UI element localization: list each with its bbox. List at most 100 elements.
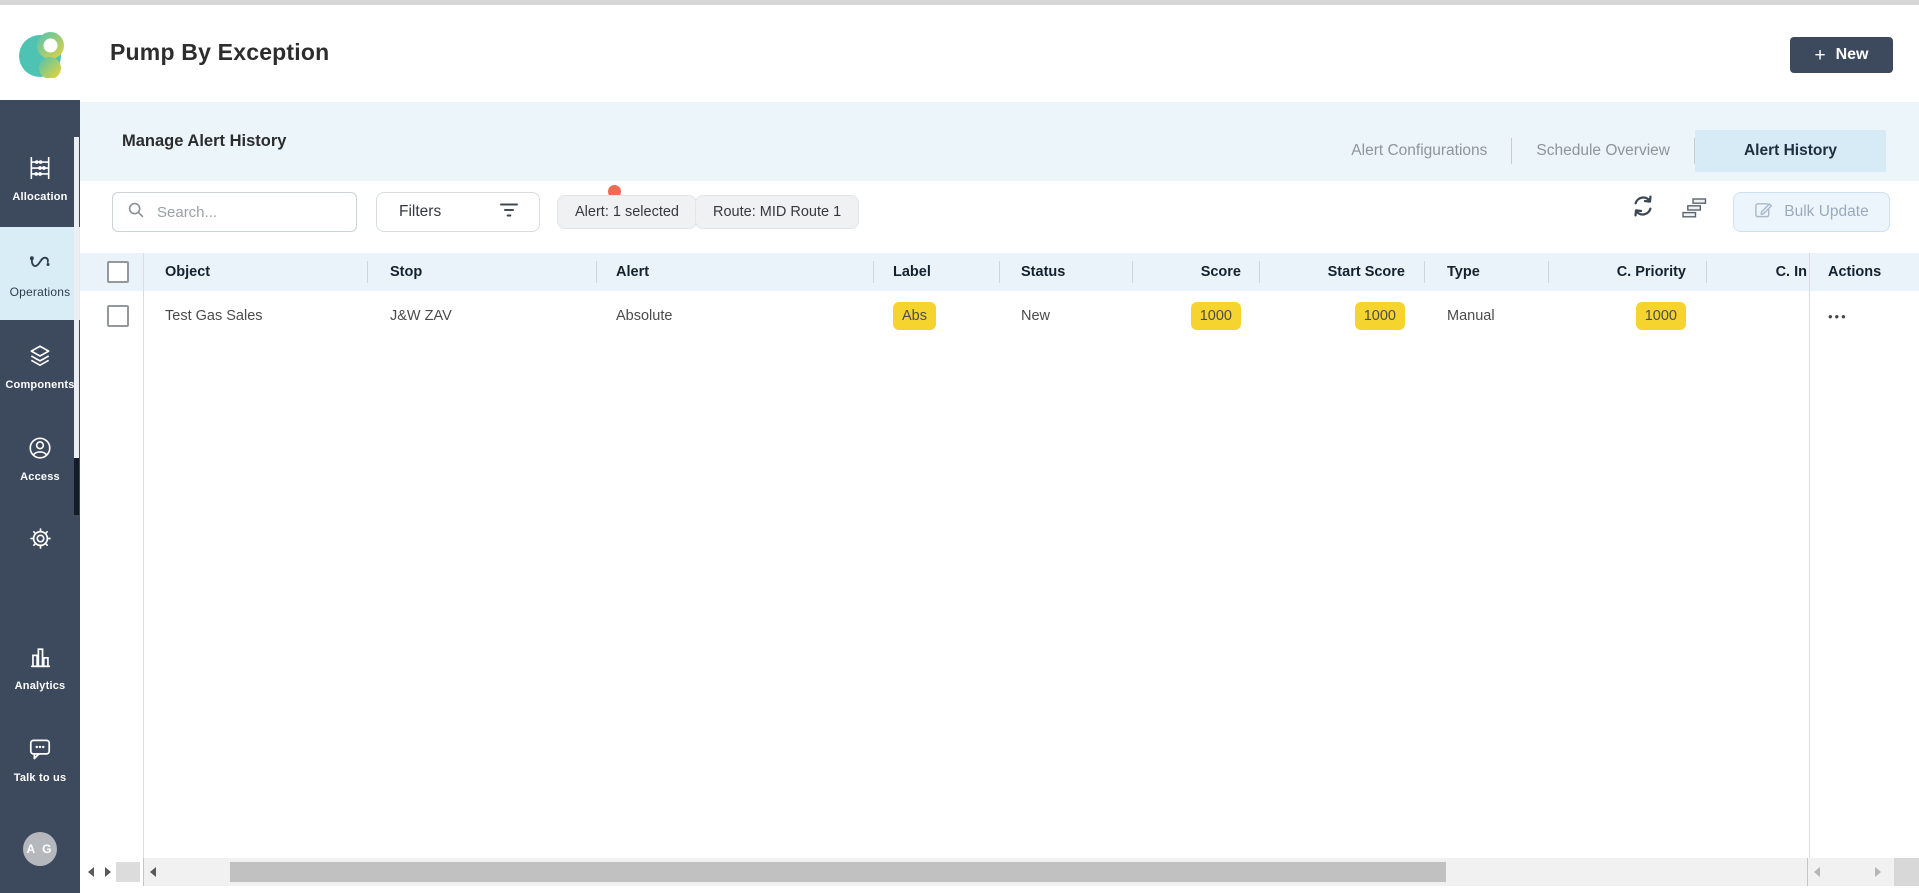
sidebar-item-allocation[interactable]: Allocation: [0, 155, 80, 203]
table-toolbar: Filters Alert: 1 selected Route: MID Rou…: [80, 181, 1919, 253]
pinned-right-divider: [1809, 253, 1810, 858]
row-density-button[interactable]: [1682, 198, 1707, 219]
scrollbar-track[interactable]: [144, 858, 1871, 886]
pinned-right-scrollbar[interactable]: [1808, 858, 1894, 886]
sidebar-item-analytics[interactable]: Analytics: [0, 643, 80, 692]
tab-bar: Alert Configurations Schedule Overview A…: [1327, 130, 1886, 172]
cell-c-priority: 1000: [1548, 291, 1706, 341]
plus-icon: +: [1814, 44, 1826, 66]
steps-icon: [1682, 198, 1707, 218]
alert-history-table: Object Stop Alert Label Status Score Sta…: [80, 253, 1919, 341]
cell-label: Abs: [873, 291, 999, 341]
score-badge: 1000: [1190, 302, 1241, 330]
section-title: Manage Alert History: [122, 132, 287, 150]
column-header-stop[interactable]: Stop: [367, 253, 596, 291]
page-title: Pump By Exception: [110, 39, 330, 65]
search-box: [112, 192, 357, 232]
column-header-object[interactable]: Object: [143, 253, 367, 291]
avatar[interactable]: A G: [23, 832, 57, 866]
cell-object: Test Gas Sales: [165, 308, 263, 324]
cell-stop: J&W ZAV: [390, 308, 452, 324]
column-header-c-priority[interactable]: C. Priority: [1548, 253, 1706, 291]
scroll-left-arrow[interactable]: [1814, 867, 1820, 877]
app-header: Pump By Exception + New: [0, 5, 1919, 100]
logo-icon: [19, 32, 64, 78]
app-window: Pump By Exception + New Allocation Opera…: [0, 0, 1919, 893]
brand-logo[interactable]: [0, 5, 80, 100]
cell-score: 1000: [1132, 291, 1259, 341]
filter-icon: [499, 202, 519, 223]
scrollbar-corner: [1894, 858, 1919, 886]
scroll-right-arrow[interactable]: [105, 867, 111, 877]
row-select-cell: [80, 291, 143, 341]
chat-bubble-icon: [27, 736, 53, 767]
column-header-status[interactable]: Status: [999, 253, 1132, 291]
filters-button[interactable]: Filters: [376, 192, 540, 232]
bulk-update-label: Bulk Update: [1784, 203, 1869, 220]
search-icon: [127, 201, 145, 224]
select-all-cell: [80, 253, 143, 291]
sidebar-nav: Allocation Operations Components Access …: [0, 100, 80, 893]
sidebar-item-settings[interactable]: [0, 526, 80, 556]
filter-chip-route[interactable]: Route: MID Route 1: [695, 195, 860, 229]
scroll-left-arrow[interactable]: [150, 867, 156, 877]
pipeline-icon: [27, 249, 53, 280]
cell-c-in: [1706, 291, 1809, 341]
user-circle-icon: [27, 435, 53, 466]
label-badge: Abs: [893, 302, 936, 330]
gear-icon: [28, 526, 53, 556]
cell-alert: Absolute: [616, 308, 673, 324]
column-header-score[interactable]: Score: [1132, 253, 1259, 291]
sidebar-scrollbar-thumb[interactable]: [74, 458, 79, 515]
c-priority-badge: 1000: [1635, 302, 1686, 330]
sidebar-item-label: Analytics: [14, 680, 66, 692]
sidebar-item-label: Talk to us: [13, 772, 67, 784]
scroll-left-arrow[interactable]: [88, 867, 94, 877]
sidebar-item-label: Components: [5, 379, 75, 391]
row-checkbox[interactable]: [107, 305, 129, 327]
table-header-row: Object Stop Alert Label Status Score Sta…: [80, 253, 1919, 291]
sidebar-item-label: Operations: [9, 284, 71, 299]
horizontal-scrollbar: [80, 858, 1919, 886]
cell-status: New: [1021, 308, 1051, 324]
sidebar-item-components[interactable]: Components: [0, 343, 80, 391]
section-banner: Manage Alert History Alert Configuration…: [80, 102, 1919, 181]
refresh-button[interactable]: [1630, 193, 1656, 219]
sidebar-item-label: Access: [20, 471, 60, 483]
cell-start-score: 1000: [1259, 291, 1424, 341]
layers-icon: [27, 343, 53, 374]
sidebar-item-access[interactable]: Access: [0, 435, 80, 483]
row-actions-menu-icon[interactable]: •••: [1828, 310, 1848, 323]
tab-schedule-overview[interactable]: Schedule Overview: [1512, 130, 1694, 172]
edit-square-icon: [1754, 200, 1773, 224]
new-button[interactable]: + New: [1790, 37, 1893, 73]
column-header-type[interactable]: Type: [1424, 253, 1548, 291]
bulk-update-button[interactable]: Bulk Update: [1733, 192, 1890, 232]
abacus-icon: [27, 155, 53, 186]
cell-actions: •••: [1809, 291, 1919, 341]
column-header-label[interactable]: Label: [873, 253, 999, 291]
column-header-c-in[interactable]: C. In: [1706, 253, 1809, 291]
sidebar-item-operations[interactable]: Operations: [0, 227, 80, 320]
pinned-left-scrollbar-thumb[interactable]: [116, 862, 140, 882]
tab-alert-configurations[interactable]: Alert Configurations: [1327, 130, 1511, 172]
filter-chip-alert[interactable]: Alert: 1 selected: [557, 195, 697, 229]
start-score-badge: 1000: [1354, 302, 1405, 330]
scrollbar-thumb[interactable]: [230, 862, 1446, 882]
table-row[interactable]: Test Gas Sales J&W ZAV Absolute Abs New …: [80, 291, 1919, 341]
sidebar-item-talk-to-us[interactable]: Talk to us: [0, 736, 80, 784]
tab-alert-history[interactable]: Alert History: [1694, 130, 1886, 172]
select-all-checkbox[interactable]: [107, 261, 129, 283]
refresh-icon: [1634, 195, 1652, 217]
bar-chart-icon: [27, 643, 54, 675]
scroll-right-arrow[interactable]: [1875, 867, 1881, 877]
sidebar-scrollbar-track[interactable]: [74, 137, 79, 495]
new-button-label: New: [1835, 46, 1869, 63]
cell-type: Manual: [1447, 308, 1495, 324]
column-header-actions: Actions: [1828, 264, 1882, 280]
search-input[interactable]: [155, 202, 344, 222]
sidebar-item-label: Allocation: [12, 191, 68, 203]
column-header-start-score[interactable]: Start Score: [1259, 253, 1424, 291]
pinned-left-divider: [143, 253, 144, 858]
column-header-alert[interactable]: Alert: [596, 253, 873, 291]
